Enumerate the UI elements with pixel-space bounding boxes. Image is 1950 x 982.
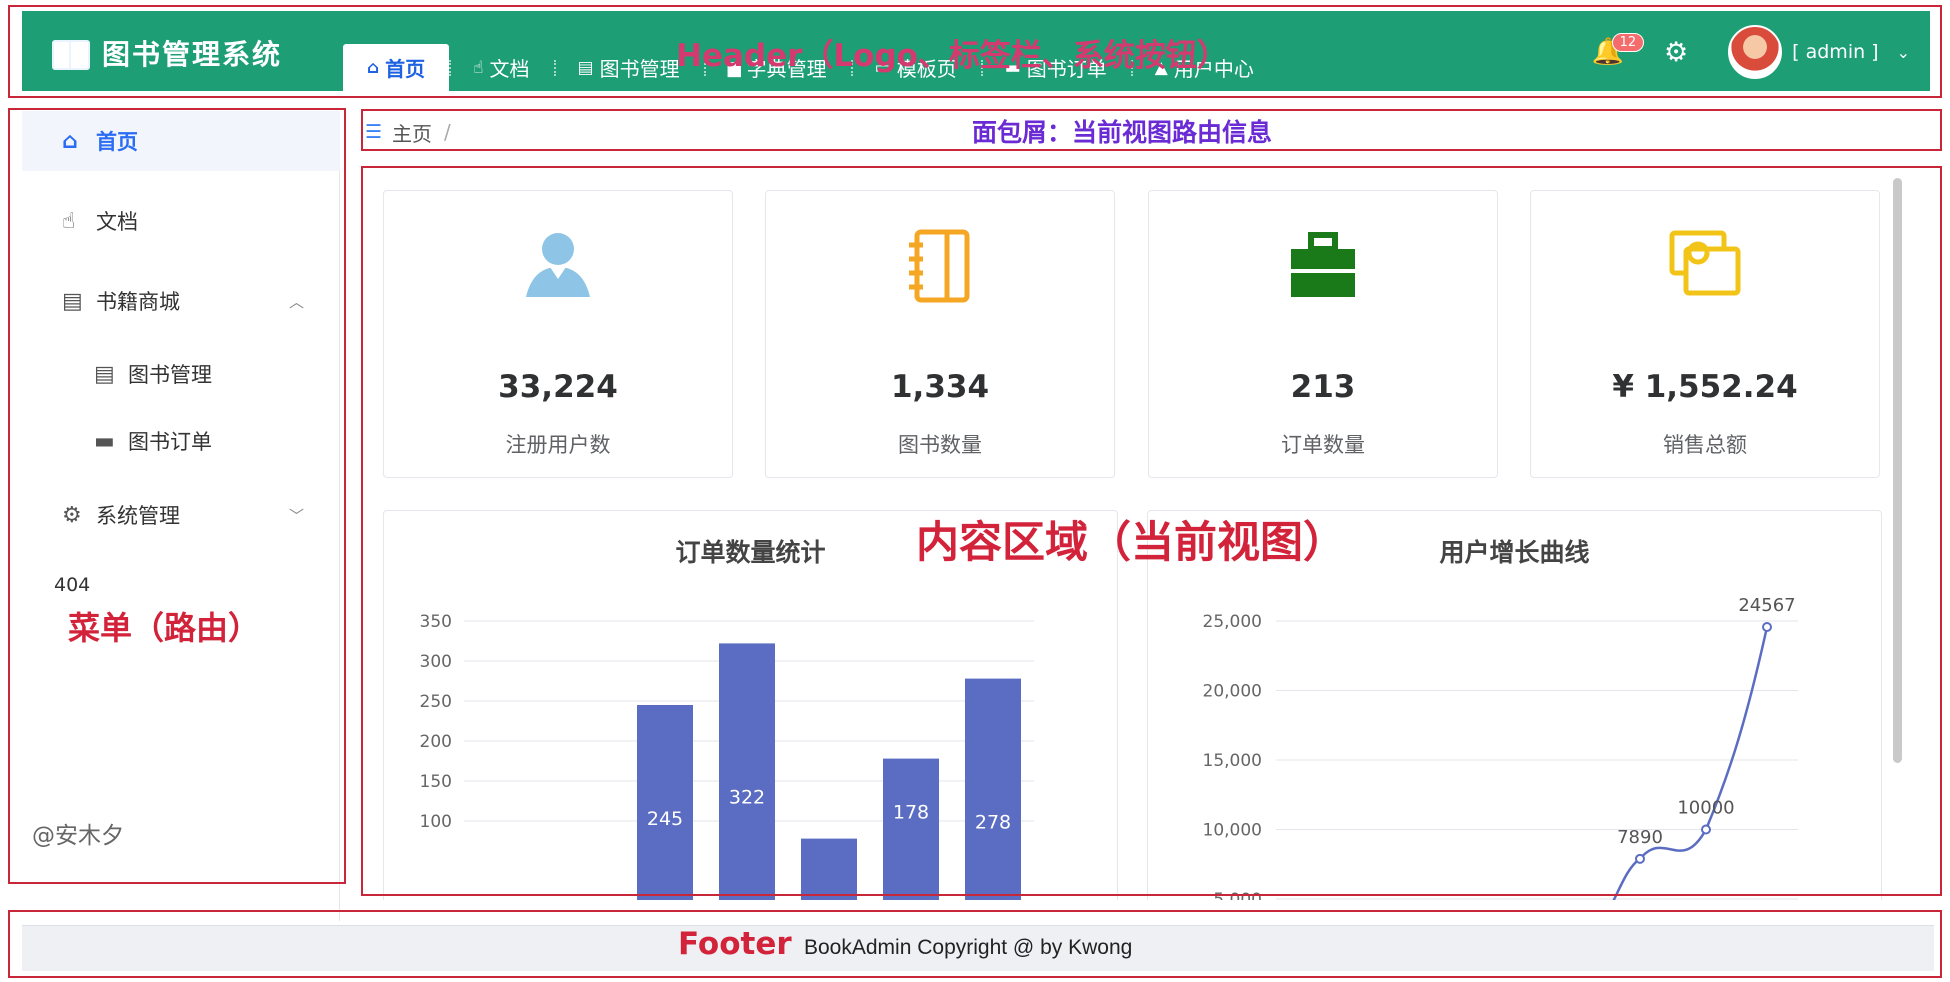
menu-annotation: 菜单（路由） (68, 609, 261, 647)
footer-annotation: Footer (678, 926, 792, 962)
footer-frame (8, 910, 1942, 978)
menu-frame (8, 108, 346, 884)
content-annotation: 内容区域（当前视图） (916, 518, 1346, 568)
breadcrumb-annotation: 面包屑：当前视图路由信息 (972, 118, 1273, 147)
header-annotation: Header（Logo、标签栏、系统按钮） (676, 38, 1228, 74)
